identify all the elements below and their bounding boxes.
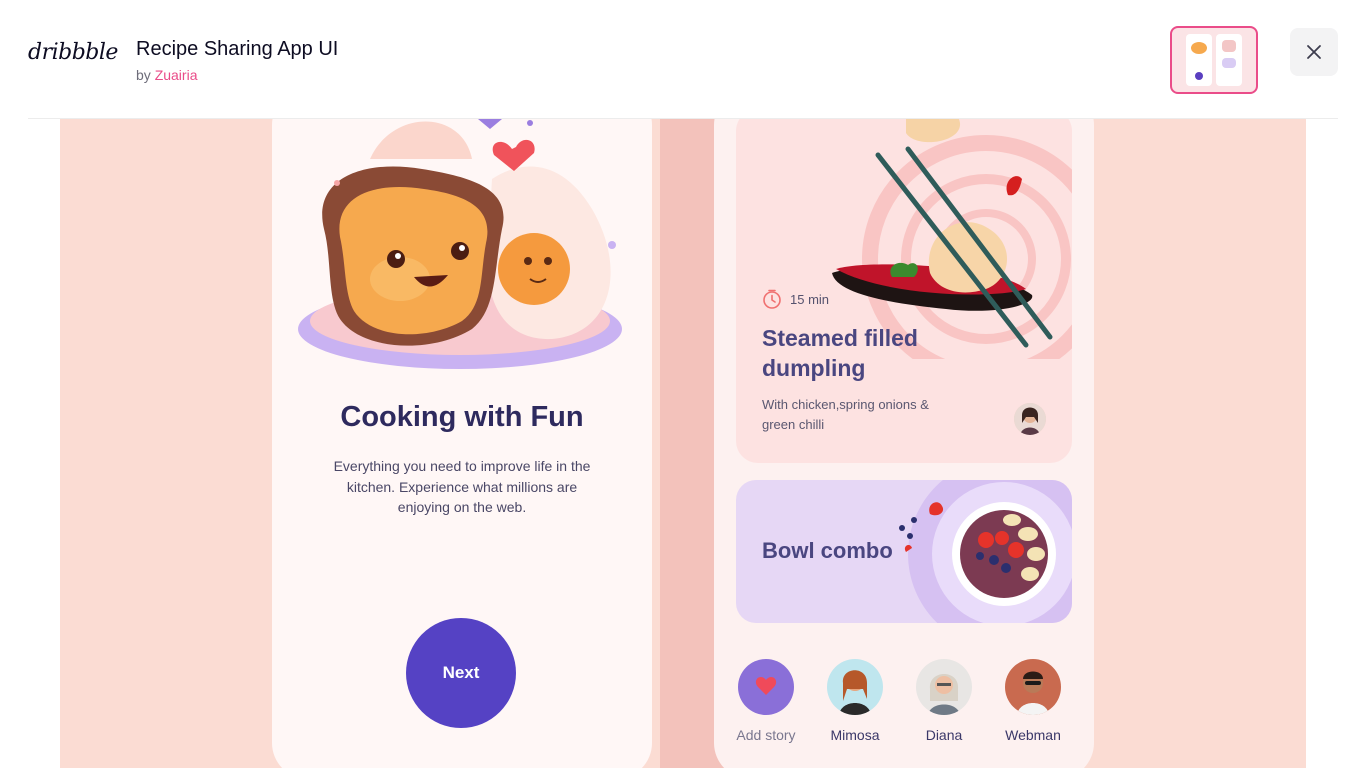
shot-canvas: Cooking with Fun Everything you need to … [60, 119, 1306, 768]
thumbnail-food [1191, 42, 1207, 54]
avatar-image [928, 674, 960, 715]
story-name: Mimosa [830, 727, 880, 743]
story-name: Add story [736, 727, 796, 743]
author-avatar[interactable] [1014, 403, 1046, 435]
add-story-avatar [738, 659, 794, 715]
shot-thumbnail[interactable] [1170, 26, 1258, 94]
story-name: Diana [925, 727, 963, 743]
story-add[interactable]: Add story [726, 659, 806, 743]
close-button[interactable] [1290, 28, 1338, 76]
story-name: Webman [1005, 727, 1061, 743]
home-screen: 15 min Steamed filled dumpling With chic… [714, 119, 1094, 768]
shot-header: dribbble Recipe Sharing App UI by Zuairi… [0, 0, 1366, 118]
thumbnail-card [1222, 40, 1236, 52]
story-diana[interactable]: Diana [904, 659, 984, 743]
avatar-image [839, 670, 871, 715]
avatar-image [1014, 403, 1046, 435]
dribbble-logo[interactable]: dribbble [28, 40, 118, 65]
heart-icon [755, 677, 777, 695]
onboarding-description: Everything you need to improve life in t… [333, 458, 591, 515]
stories-row: Add story Mimosa Diana Webman [714, 659, 1094, 759]
onboarding-screen: Cooking with Fun Everything you need to … [272, 119, 652, 768]
recipe-description: With chicken,spring onions & green chill… [762, 397, 929, 432]
author-link[interactable]: Zuairia [155, 67, 198, 83]
story-mimosa[interactable]: Mimosa [815, 659, 895, 743]
byline-prefix: by [136, 67, 151, 83]
recipe-card[interactable]: 15 min Steamed filled dumpling With chic… [736, 119, 1072, 463]
cook-time: 15 min [762, 289, 829, 309]
shot-title: Recipe Sharing App UI [136, 38, 339, 60]
heart-icon [492, 139, 535, 171]
story-webman[interactable]: Webman [993, 659, 1073, 743]
close-icon [1307, 45, 1321, 59]
recipe-title: Steamed filled dumpling [762, 325, 918, 381]
story-avatar [916, 659, 972, 715]
bowl-title: Bowl combo [762, 538, 893, 563]
byline: by Zuairia [136, 67, 197, 83]
next-button[interactable]: Next [406, 618, 516, 728]
bowl-card[interactable]: Bowl combo [736, 480, 1072, 623]
acai-bowl-image [899, 480, 1072, 623]
onboarding-title: Cooking with Fun [340, 401, 584, 433]
clock-icon [763, 289, 781, 309]
thumbnail-button [1195, 72, 1203, 80]
toast-egg-illustration [298, 119, 622, 369]
avatar-image [1017, 671, 1049, 715]
thumbnail-card [1222, 58, 1236, 68]
basil-leaf [890, 262, 918, 277]
story-avatar [827, 659, 883, 715]
cook-time-label: 15 min [790, 291, 830, 307]
story-avatar [1005, 659, 1061, 715]
